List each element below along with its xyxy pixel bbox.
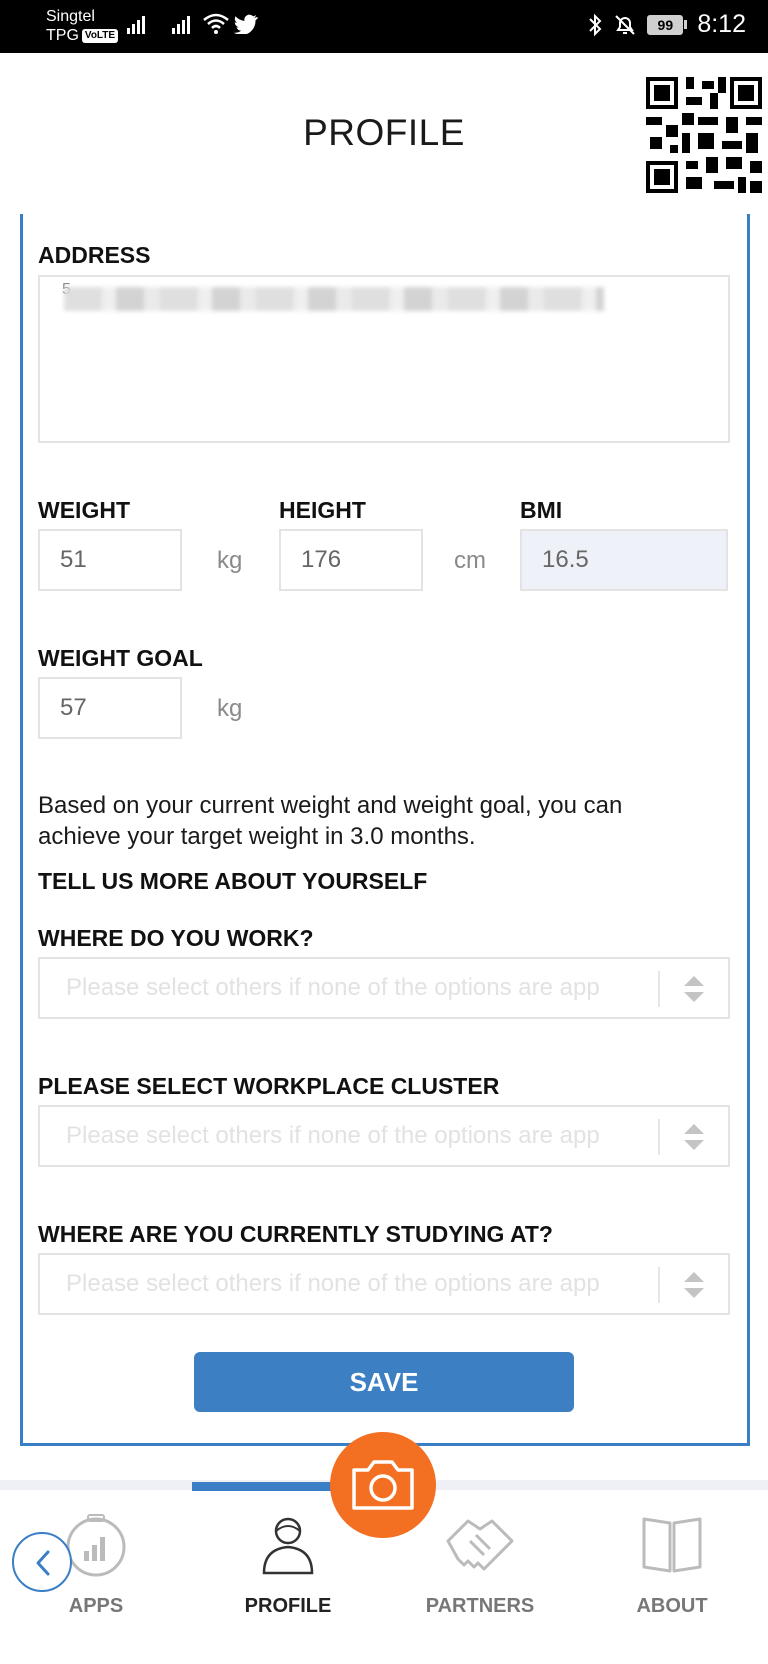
- weight-unit: kg: [217, 547, 243, 574]
- nav-item-about[interactable]: ABOUT: [576, 1491, 768, 1664]
- qr-code-icon[interactable]: [646, 77, 762, 193]
- sort-arrows-icon: [684, 1124, 704, 1150]
- handshake-icon: [446, 1519, 514, 1571]
- volte-badge: VoLTE: [81, 28, 119, 43]
- target-weight-info: Based on your current weight and weight …: [38, 792, 623, 850]
- section-title: TELL US MORE ABOUT YOURSELF: [38, 868, 428, 894]
- address-field[interactable]: 5: [38, 275, 730, 443]
- cluster-select[interactable]: Please select others if none of the opti…: [38, 1105, 730, 1167]
- twitter-icon: [234, 14, 258, 34]
- study-select[interactable]: Please select others if none of the opti…: [38, 1253, 730, 1315]
- height-label: HEIGHT: [279, 497, 366, 523]
- study-label: WHERE ARE YOU CURRENTLY STUDYING AT?: [38, 1221, 553, 1247]
- chevron-left-icon: [36, 1550, 50, 1576]
- carrier-name: Singtel: [46, 8, 95, 25]
- book-icon: [642, 1517, 702, 1573]
- wifi-icon: [203, 13, 229, 34]
- bluetooth-icon: [589, 13, 602, 36]
- nav-label-about: ABOUT: [636, 1595, 708, 1617]
- address-redacted: [64, 287, 604, 311]
- profile-person-icon: [262, 1517, 314, 1575]
- sort-arrows-icon: [684, 1272, 704, 1298]
- bmi-value: 16.5: [520, 529, 728, 591]
- camera-fab-button[interactable]: [330, 1432, 436, 1538]
- carrier-info: Singtel TPG VoLTE: [46, 7, 119, 45]
- clock: 8:12: [697, 10, 746, 38]
- cluster-placeholder: Please select others if none of the opti…: [66, 1122, 600, 1149]
- battery-level: 99: [647, 14, 684, 35]
- study-placeholder: Please select others if none of the opti…: [66, 1270, 600, 1297]
- work-placeholder: Please select others if none of the opti…: [66, 974, 600, 1001]
- weight-goal-input[interactable]: 57: [38, 677, 182, 739]
- status-bar: Singtel TPG VoLTE 99 8:12: [0, 0, 768, 53]
- weight-input[interactable]: 51: [38, 529, 182, 591]
- nav-label-partners: PARTNERS: [425, 1595, 535, 1617]
- signal-icon: [127, 16, 145, 34]
- signal-icon-2: [172, 16, 190, 34]
- status-right: 99 8:12: [587, 10, 746, 39]
- nav-label-apps: APPS: [68, 1595, 124, 1617]
- height-unit: cm: [454, 547, 486, 574]
- camera-icon: [352, 1460, 414, 1510]
- save-button[interactable]: SAVE: [194, 1352, 574, 1412]
- carrier-secondary: TPG: [46, 27, 79, 44]
- nav-label-profile: PROFILE: [244, 1595, 332, 1617]
- cluster-label: PLEASE SELECT WORKPLACE CLUSTER: [38, 1073, 500, 1099]
- work-select[interactable]: Please select others if none of the opti…: [38, 957, 730, 1019]
- height-input[interactable]: 176: [279, 529, 423, 591]
- battery-icon: 99: [647, 14, 688, 35]
- bmi-label: BMI: [520, 497, 563, 523]
- weight-label: WEIGHT: [38, 497, 130, 523]
- work-label: WHERE DO YOU WORK?: [38, 925, 314, 951]
- sort-arrows-icon: [684, 976, 704, 1002]
- weight-goal-unit: kg: [217, 695, 243, 722]
- bell-muted-icon: [615, 14, 636, 35]
- weight-goal-label: WEIGHT GOAL: [38, 645, 203, 671]
- back-button[interactable]: [12, 1532, 72, 1592]
- address-label: ADDRESS: [38, 242, 151, 268]
